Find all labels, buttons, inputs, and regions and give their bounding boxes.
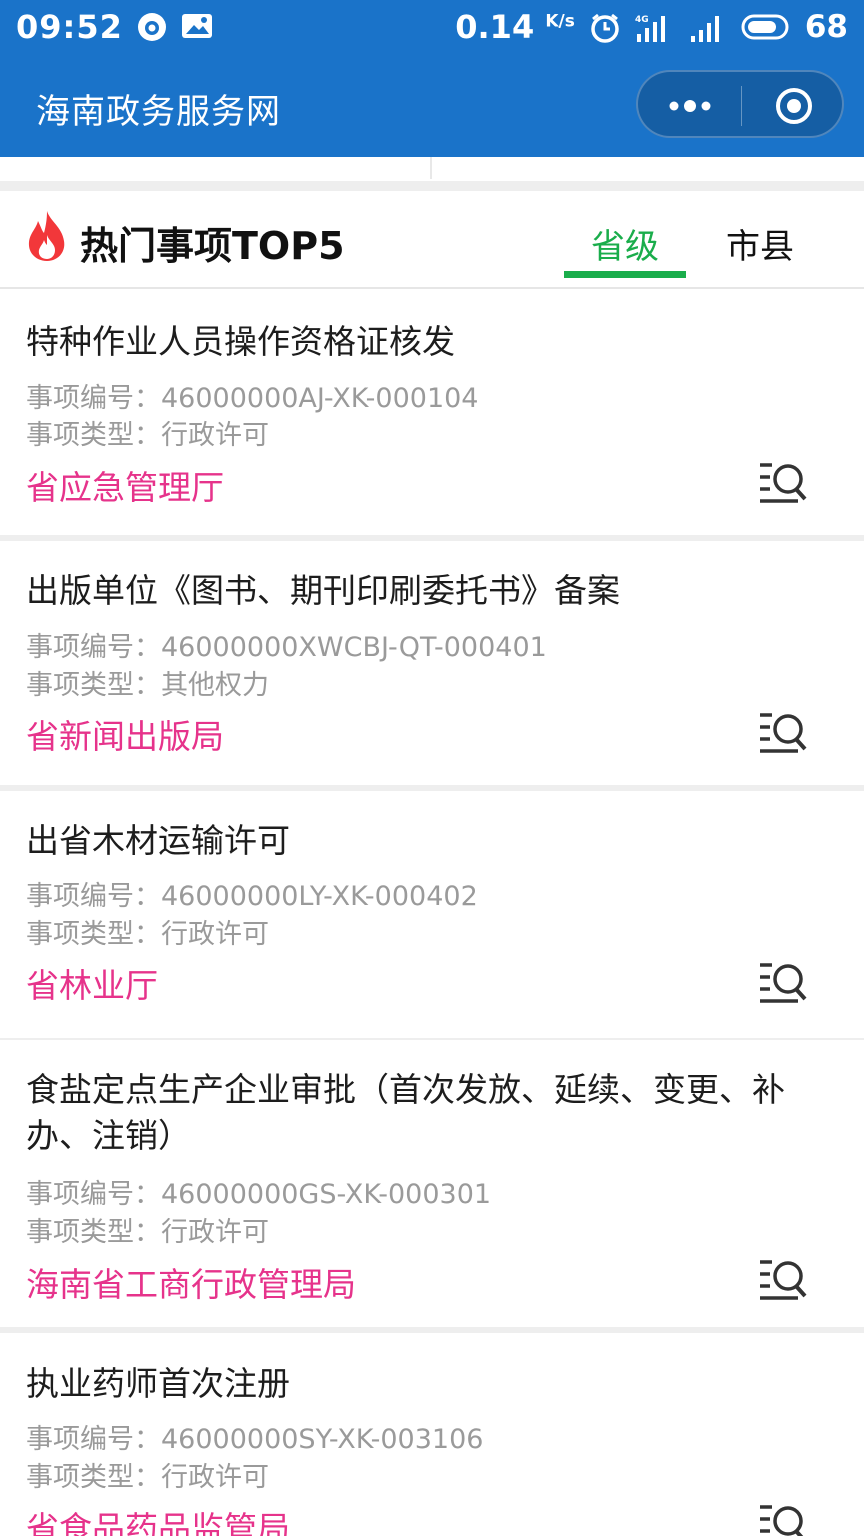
close-button[interactable] [742, 72, 846, 140]
section-gap [0, 181, 864, 191]
list-item[interactable]: 出版单位《图书、期刊印刷委托书》备案 事项编号：46000000XWCBJ-QT… [0, 541, 864, 791]
hot-items-list: 特种作业人员操作资格证核发 事项编号：46000000AJ-XK-000104 … [0, 291, 864, 1536]
item-title: 执业药师首次注册 [26, 1364, 290, 1403]
search-list-icon[interactable] [756, 1501, 808, 1536]
network-type-label: 4G [635, 15, 649, 25]
notification-app-icon [137, 12, 167, 42]
previous-section-remnant [0, 157, 864, 181]
search-list-icon[interactable] [756, 709, 808, 757]
page-title: 海南政务服务网 [36, 92, 281, 132]
alarm-icon [589, 12, 619, 43]
signal-icon [687, 12, 727, 42]
item-code: 事项编号：46000000SY-XK-003106 [26, 1424, 484, 1455]
signal-4g-icon: 4G [633, 12, 673, 42]
item-department: 省应急管理厅 [26, 468, 224, 507]
status-time: 09:52 [16, 8, 123, 46]
more-button[interactable] [638, 72, 741, 140]
battery-icon [741, 12, 791, 42]
item-code: 事项编号：46000000GS-XK-000301 [26, 1179, 492, 1210]
search-list-icon[interactable] [756, 459, 808, 507]
item-title: 食盐定点生产企业审批（首次发放、延续、变更、补办、注销） [26, 1070, 785, 1155]
fire-icon [22, 209, 72, 263]
item-type: 事项类型：行政许可 [26, 1217, 269, 1248]
battery-level: 68 [804, 9, 848, 45]
list-item[interactable]: 出省木材运输许可 事项编号：46000000LY-XK-000402 事项类型：… [0, 791, 864, 1040]
item-code: 事项编号：46000000XWCBJ-QT-000401 [26, 632, 547, 663]
search-list-icon[interactable] [756, 1256, 808, 1304]
status-bar: 09:52 0.14 K/s 4G 68 [0, 0, 864, 54]
section-title: 热门事项TOP5 [80, 224, 345, 268]
item-department: 省林业厅 [26, 966, 158, 1005]
item-department: 省新闻出版局 [26, 717, 224, 756]
list-item[interactable]: 特种作业人员操作资格证核发 事项编号：46000000AJ-XK-000104 … [0, 291, 864, 541]
list-item[interactable]: 执业药师首次注册 事项编号：46000000SY-XK-003106 事项类型：… [0, 1333, 864, 1536]
item-code: 事项编号：46000000AJ-XK-000104 [26, 383, 479, 414]
nav-bar: 海南政务服务网 [0, 58, 864, 154]
item-title: 出省木材运输许可 [26, 821, 290, 860]
item-type: 事项类型：行政许可 [26, 420, 269, 451]
item-type: 事项类型：行政许可 [26, 1462, 269, 1493]
active-tab-indicator [564, 271, 686, 278]
tab-provincial[interactable]: 省级 [564, 219, 686, 268]
item-type: 事项类型：行政许可 [26, 919, 269, 950]
list-item[interactable]: 食盐定点生产企业审批（首次发放、延续、变更、补办、注销） 事项编号：460000… [0, 1040, 864, 1333]
more-dots-icon [669, 100, 710, 112]
top-bar: 09:52 0.14 K/s 4G 68 海南政务服务网 [0, 0, 864, 157]
mini-program-capsule [636, 70, 844, 138]
item-department: 海南省工商行政管理局 [26, 1265, 356, 1304]
item-department: 省食品药品监管局 [26, 1509, 290, 1536]
hot-items-header: 热门事项TOP5 省级 市县 [0, 191, 864, 289]
tab-city-county[interactable]: 市县 [700, 219, 820, 268]
search-list-icon[interactable] [756, 959, 808, 1007]
close-target-icon [776, 88, 812, 124]
item-title: 特种作业人员操作资格证核发 [26, 322, 455, 361]
item-code: 事项编号：46000000LY-XK-000402 [26, 881, 478, 912]
network-speed: 0.14 K/s [455, 8, 575, 46]
image-notification-icon [181, 12, 212, 42]
item-type: 事项类型：其他权力 [26, 670, 269, 701]
item-title: 出版单位《图书、期刊印刷委托书》备案 [26, 571, 620, 610]
